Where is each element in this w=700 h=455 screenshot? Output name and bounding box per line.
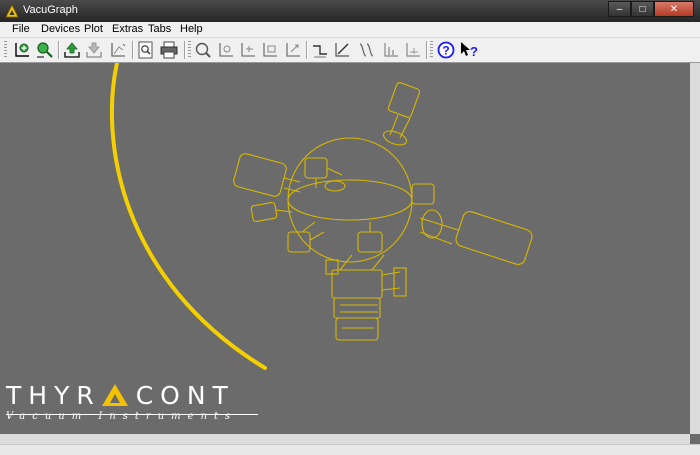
toolbar-separator	[132, 41, 134, 59]
toolbar-grip[interactable]	[188, 41, 191, 59]
download-button[interactable]	[84, 40, 104, 60]
axes-scale-icon	[286, 43, 300, 57]
axes-button[interactable]	[108, 40, 128, 60]
axes-zoom-button[interactable]	[216, 40, 236, 60]
window-title: VacuGraph	[23, 4, 78, 16]
horizontal-scrollbar[interactable]	[0, 434, 690, 444]
help-icon: ?	[437, 41, 455, 59]
curves-button[interactable]	[357, 40, 377, 60]
menu-tabs[interactable]: Tabs	[148, 23, 171, 35]
toolbar-separator	[426, 41, 428, 59]
axes-move-button[interactable]	[238, 40, 258, 60]
yellow-arc-decoration	[109, 63, 267, 370]
menu-extras[interactable]: Extras	[112, 23, 143, 35]
toolbar-separator	[58, 41, 60, 59]
upload-icon	[64, 42, 80, 58]
menu-file[interactable]: File	[12, 23, 30, 35]
axes-fit-button[interactable]	[260, 40, 280, 60]
maximize-button[interactable]: □	[631, 1, 654, 17]
maximize-icon: □	[639, 3, 646, 15]
print-preview-icon	[138, 41, 153, 59]
axes-icon	[111, 43, 126, 57]
minimize-button[interactable]: –	[608, 1, 631, 17]
menu-devices[interactable]: Devices	[41, 23, 80, 35]
context-help-icon: ?	[461, 42, 478, 59]
close-button[interactable]: ✕	[654, 1, 694, 17]
print-icon	[160, 41, 178, 59]
zoom-icon	[195, 42, 211, 58]
axes-zoom-icon	[219, 43, 233, 57]
logo-triangle-icon	[101, 384, 128, 406]
step-icon	[313, 45, 327, 58]
logo-rule	[6, 414, 258, 415]
window-controls: – □ ✕	[608, 1, 694, 18]
toolbar-grip[interactable]	[430, 41, 433, 59]
zoom-button[interactable]	[193, 40, 213, 60]
bars-button[interactable]	[381, 40, 401, 60]
bars-icon	[384, 43, 398, 57]
close-icon: ✕	[669, 3, 679, 15]
axes-move-icon	[241, 43, 255, 57]
logo-wordmark: THYR CONT	[6, 381, 235, 410]
print-preview-button[interactable]	[136, 40, 156, 60]
plot-canvas[interactable]: THYR CONT Vacuum Instruments	[0, 63, 690, 434]
vertical-scrollbar[interactable]	[690, 63, 700, 434]
download-icon	[86, 42, 102, 58]
slope-button[interactable]	[332, 40, 352, 60]
add-graph-button[interactable]	[12, 40, 32, 60]
print-button[interactable]	[159, 40, 179, 60]
axes-reset-icon	[406, 43, 420, 57]
app-logo-icon	[5, 4, 19, 18]
help-button[interactable]: ?	[436, 40, 456, 60]
vacuum-chamber-drawing	[233, 82, 533, 341]
curves-icon	[359, 43, 374, 57]
menu-bar: File Devices Plot Extras Tabs Help	[0, 22, 700, 38]
svg-text:?: ?	[470, 44, 478, 59]
toolbar: ? ?	[0, 38, 700, 63]
toolbar-separator	[184, 41, 186, 59]
step-button[interactable]	[310, 40, 330, 60]
upload-button[interactable]	[62, 40, 82, 60]
toolbar-separator	[306, 41, 308, 59]
thyracont-logo: THYR CONT Vacuum Instruments	[6, 381, 258, 422]
axes-fit-icon	[263, 43, 277, 57]
add-graph-icon	[15, 43, 29, 57]
menu-plot[interactable]: Plot	[84, 23, 103, 35]
minimize-icon: –	[616, 3, 623, 15]
axes-reset-button[interactable]	[403, 40, 423, 60]
logo-subtitle: Vacuum Instruments	[6, 411, 238, 422]
toolbar-grip[interactable]	[4, 41, 7, 59]
background-graphic	[109, 63, 533, 370]
slope-icon	[335, 43, 349, 57]
menu-help[interactable]: Help	[180, 23, 203, 35]
context-help-button[interactable]: ?	[459, 40, 479, 60]
zoom-in-icon	[37, 42, 53, 58]
title-bar[interactable]: VacuGraph – □ ✕	[0, 0, 700, 22]
svg-text:?: ?	[442, 44, 449, 58]
axes-scale-button[interactable]	[283, 40, 303, 60]
status-bar	[0, 444, 700, 455]
zoom-in-button[interactable]	[35, 40, 55, 60]
